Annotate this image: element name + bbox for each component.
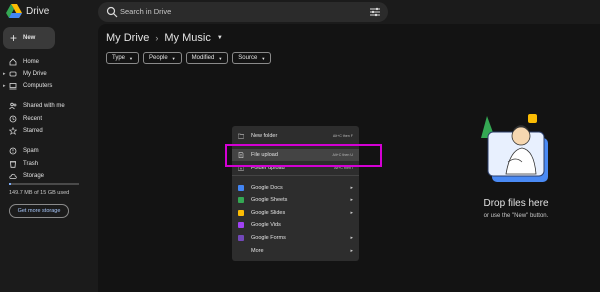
annotation-highlight-box [225,144,382,167]
filter-label: People [148,55,168,61]
forms-icon [238,235,244,241]
empty-state-subtitle: or use the "New" button. [483,213,549,219]
menu-item-label: Google Slides [251,210,286,216]
menu-item-label: Google Docs [251,185,283,191]
chevron-right-icon: ▸ [350,247,353,254]
sidebar-item-label: Shared with me [23,102,65,109]
chevron-right-icon: ▸ [350,209,353,216]
vids-icon [238,222,244,228]
menu-item-shortcut: Alt+C then F [332,134,353,138]
get-more-storage-button[interactable]: Get more storage [9,204,69,218]
sidebar-item-label: Recent [23,115,43,122]
sidebar-item-shared[interactable]: Shared with me [0,100,98,112]
people-icon [9,102,17,110]
breadcrumb: My Drive › My Music ▼ [106,32,223,44]
sidebar-item-label: Trash [23,160,39,167]
sidebar-item-recent[interactable]: Recent [0,113,98,125]
sidebar-item-label: Storage [23,172,45,179]
drive-icon [9,71,17,77]
menu-item-google-docs[interactable]: Google Docs ▸ [232,182,359,194]
sidebar: + New Home ▸ My Drive ▸ Computers Shared… [0,24,98,292]
filter-modified[interactable]: Modified ▼ [185,52,229,64]
sidebar-item-my-drive[interactable]: ▸ My Drive [0,68,98,80]
menu-item-label: New folder [251,133,278,139]
search-icon[interactable] [106,6,118,18]
menu-item-google-forms[interactable]: Google Forms ▸ [232,232,359,244]
sidebar-item-label: Starred [23,127,43,134]
menu-divider [232,175,359,176]
empty-state-title: Drop files here [483,198,549,209]
sidebar-item-computers[interactable]: ▸ Computers [0,80,98,92]
sidebar-item-label: Computers [23,82,53,89]
breadcrumb-root[interactable]: My Drive [106,32,149,44]
dropdown-arrow-icon: ▼ [218,55,223,61]
filter-label: Type [112,55,126,61]
expand-icon[interactable]: ▸ [3,71,6,77]
home-icon [9,58,17,66]
sheets-icon [238,197,244,203]
storage-progress-fill [9,183,12,185]
menu-item-label: Google Vids [251,222,281,228]
storage-usage-text: 149.7 MB of 15 GB used [9,190,70,196]
star-icon [9,127,17,135]
sidebar-item-storage[interactable]: Storage [0,170,98,182]
clock-icon [9,115,17,123]
chevron-right-icon: ▸ [350,196,353,203]
new-button[interactable]: + New [3,27,55,49]
new-button-label: New [23,35,36,41]
menu-item-google-sheets[interactable]: Google Sheets ▸ [232,194,359,206]
menu-item-new-folder[interactable]: New folder Alt+C then F [232,130,359,142]
chevron-right-icon: ▸ [350,234,353,241]
top-bar: Drive Search in Drive [0,0,600,24]
sidebar-item-label: Spam [23,147,39,154]
sidebar-item-trash[interactable]: Trash [0,158,98,170]
docs-icon [238,185,244,191]
filter-people[interactable]: People ▼ [142,52,182,64]
filter-bar: Type ▼ People ▼ Modified ▼ Source ▼ [106,52,272,64]
plus-icon: + [10,31,18,45]
search-input[interactable]: Search in Drive [120,7,171,16]
menu-item-label: More [251,248,264,254]
menu-item-label: Google Forms [251,235,286,241]
expand-icon[interactable]: ▸ [3,83,6,89]
chevron-right-icon: ▸ [350,184,353,191]
sidebar-item-spam[interactable]: Spam [0,145,98,157]
dropdown-arrow-icon: ▼ [261,55,266,61]
menu-item-google-vids[interactable]: Google Vids [232,219,359,231]
spam-icon [9,147,17,155]
sidebar-item-home[interactable]: Home [0,56,98,68]
filter-type[interactable]: Type ▼ [106,52,139,64]
drive-logo[interactable]: Drive [6,4,49,18]
cloud-icon [9,173,17,179]
filter-label: Source [238,55,258,61]
search-bar[interactable]: Search in Drive [98,2,388,22]
filter-source[interactable]: Source ▼ [232,52,272,64]
computer-icon [9,83,17,90]
app-name: Drive [26,5,50,17]
dropdown-arrow-icon: ▼ [171,55,176,61]
search-options-icon[interactable] [370,7,380,17]
menu-item-more[interactable]: More ▸ [232,245,359,257]
menu-item-label: Google Sheets [251,197,288,203]
menu-item-google-slides[interactable]: Google Slides ▸ [232,207,359,219]
trash-icon [10,161,16,168]
breadcrumb-current[interactable]: My Music [164,32,210,44]
chevron-right-icon: › [155,33,159,43]
sidebar-item-label: Home [23,58,40,65]
filter-label: Modified [191,55,215,61]
sidebar-item-label: My Drive [23,70,47,77]
dropdown-arrow-icon[interactable]: ▼ [217,35,223,41]
sidebar-item-starred[interactable]: Starred [0,125,98,137]
new-folder-icon [238,133,244,139]
storage-progress-bar [9,183,79,185]
dropdown-arrow-icon: ▼ [129,55,133,61]
drive-logo-icon [6,4,22,18]
slides-icon [238,210,244,216]
